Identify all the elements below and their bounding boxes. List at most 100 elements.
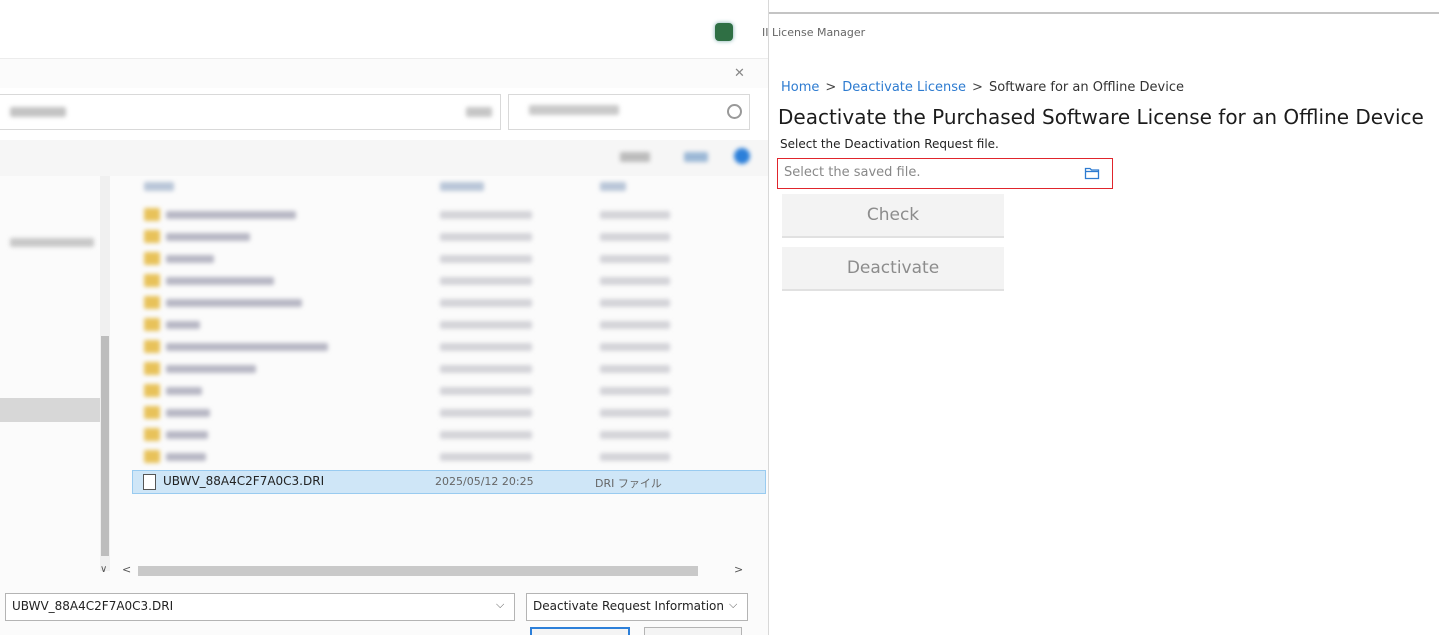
app-icon bbox=[715, 23, 733, 41]
list-item-date bbox=[440, 277, 532, 285]
open-button[interactable] bbox=[530, 627, 630, 635]
breadcrumb-home-link[interactable]: Home bbox=[781, 80, 819, 95]
list-item-date bbox=[440, 365, 532, 373]
nav-item-selected[interactable] bbox=[0, 398, 100, 422]
selected-file-type: DRI ファイル bbox=[595, 477, 662, 490]
column-header-type[interactable] bbox=[600, 182, 626, 191]
list-item-name bbox=[166, 321, 200, 329]
search-placeholder-blurred bbox=[529, 105, 619, 115]
list-item-name bbox=[166, 409, 210, 417]
list-item-date bbox=[440, 409, 532, 417]
file-open-dialog: ✕ ∨ UBWV_88A4C2F7A0C3.DRI 2025/05/12 20:… bbox=[0, 0, 769, 635]
address-row bbox=[0, 88, 768, 141]
list-item[interactable] bbox=[132, 270, 764, 292]
file-select-input[interactable]: Select the saved file. bbox=[777, 158, 1113, 189]
document-icon bbox=[143, 474, 156, 490]
list-item-name bbox=[166, 343, 328, 351]
list-item[interactable] bbox=[132, 402, 764, 424]
address-controls-blurred bbox=[466, 107, 492, 117]
folder-icon bbox=[144, 406, 160, 419]
selected-file-date: 2025/05/12 20:25 bbox=[435, 475, 534, 488]
chevron-down-icon[interactable]: ⌵ bbox=[496, 598, 504, 612]
selected-file-row[interactable]: UBWV_88A4C2F7A0C3.DRI 2025/05/12 20:25 D… bbox=[132, 470, 766, 494]
list-item[interactable] bbox=[132, 380, 764, 402]
column-header-name[interactable] bbox=[144, 182, 174, 191]
page-title: Deactivate the Purchased Software Licens… bbox=[778, 105, 1424, 129]
nav-scrollbar[interactable] bbox=[100, 176, 110, 571]
license-manager-window: II License Manager Home > Deactivate Licen… bbox=[762, 0, 1439, 635]
list-item[interactable] bbox=[132, 204, 764, 226]
list-item-name bbox=[166, 299, 302, 307]
address-bar[interactable] bbox=[0, 94, 501, 130]
list-item-date bbox=[440, 255, 532, 263]
cancel-button[interactable] bbox=[644, 627, 742, 635]
check-button-label: Check bbox=[866, 205, 920, 225]
list-item-name bbox=[166, 255, 214, 263]
list-item-type bbox=[600, 211, 670, 219]
list-item[interactable] bbox=[132, 424, 764, 446]
list-item[interactable] bbox=[132, 292, 764, 314]
deactivate-button[interactable]: Deactivate bbox=[782, 247, 1004, 291]
breadcrumb-current: Software for an Offline Device bbox=[988, 80, 1184, 95]
file-select-placeholder: Select the saved file. bbox=[784, 165, 921, 180]
breadcrumb-deactivate-link[interactable]: Deactivate License bbox=[842, 80, 966, 95]
list-item-type bbox=[600, 431, 670, 439]
list-item-name bbox=[166, 365, 256, 373]
search-icon bbox=[727, 104, 742, 119]
file-list: UBWV_88A4C2F7A0C3.DRI 2025/05/12 20:25 D… bbox=[132, 176, 768, 556]
folder-icon bbox=[144, 450, 160, 463]
preview-pane-button[interactable] bbox=[684, 152, 708, 162]
check-button[interactable]: Check bbox=[782, 194, 1004, 238]
address-path-blurred bbox=[10, 107, 66, 117]
folder-icon bbox=[144, 362, 160, 375]
list-item[interactable] bbox=[132, 358, 764, 380]
horizontal-scrollbar[interactable]: < > bbox=[120, 563, 750, 578]
list-item[interactable] bbox=[132, 248, 764, 270]
scrollbar-thumb[interactable] bbox=[101, 336, 109, 556]
list-item-type bbox=[600, 453, 670, 461]
list-item-name bbox=[166, 453, 206, 461]
list-item[interactable] bbox=[132, 336, 764, 358]
search-input[interactable] bbox=[508, 94, 750, 130]
folder-icon[interactable] bbox=[1084, 166, 1100, 180]
list-item-date bbox=[440, 387, 532, 395]
horizontal-scrollbar-thumb[interactable] bbox=[138, 566, 698, 576]
close-icon[interactable]: ✕ bbox=[734, 66, 745, 81]
list-item-date bbox=[440, 431, 532, 439]
breadcrumb-separator: > bbox=[825, 80, 837, 95]
list-item-type bbox=[600, 409, 670, 417]
dialog-titlebar bbox=[0, 0, 768, 59]
filename-input[interactable]: UBWV_88A4C2F7A0C3.DRI ⌵ bbox=[5, 593, 515, 621]
list-item-type bbox=[600, 321, 670, 329]
folder-icon bbox=[144, 208, 160, 221]
list-item-type bbox=[600, 277, 670, 285]
nav-item-blurred[interactable] bbox=[10, 238, 94, 247]
list-item[interactable] bbox=[132, 314, 764, 336]
list-item-type bbox=[600, 233, 670, 241]
instruction-text: Select the Deactivation Request file. bbox=[780, 137, 999, 151]
list-item-name bbox=[166, 233, 250, 241]
folder-icon bbox=[144, 252, 160, 265]
filename-value: UBWV_88A4C2F7A0C3.DRI bbox=[12, 599, 174, 613]
navigation-pane bbox=[0, 176, 100, 576]
folder-icon bbox=[144, 230, 160, 243]
list-item-date bbox=[440, 299, 532, 307]
filetype-select[interactable]: Deactivate Request Information ⌵ bbox=[526, 593, 748, 621]
folder-icon bbox=[144, 318, 160, 331]
list-item-date bbox=[440, 343, 532, 351]
help-icon[interactable] bbox=[734, 148, 750, 164]
window-top-border bbox=[769, 12, 1439, 14]
list-item-date bbox=[440, 211, 532, 219]
list-item[interactable] bbox=[132, 226, 764, 248]
scroll-right-icon[interactable]: > bbox=[734, 563, 743, 576]
list-item-name bbox=[166, 431, 208, 439]
list-item-name bbox=[166, 387, 202, 395]
list-item[interactable] bbox=[132, 446, 764, 468]
scroll-left-icon[interactable]: < bbox=[122, 563, 131, 576]
scroll-down-icon[interactable]: ∨ bbox=[100, 564, 107, 575]
column-header-date[interactable] bbox=[440, 182, 484, 191]
view-options-button[interactable] bbox=[620, 152, 650, 162]
folder-icon bbox=[144, 428, 160, 441]
list-item-name bbox=[166, 277, 274, 285]
chevron-down-icon[interactable]: ⌵ bbox=[729, 598, 737, 612]
